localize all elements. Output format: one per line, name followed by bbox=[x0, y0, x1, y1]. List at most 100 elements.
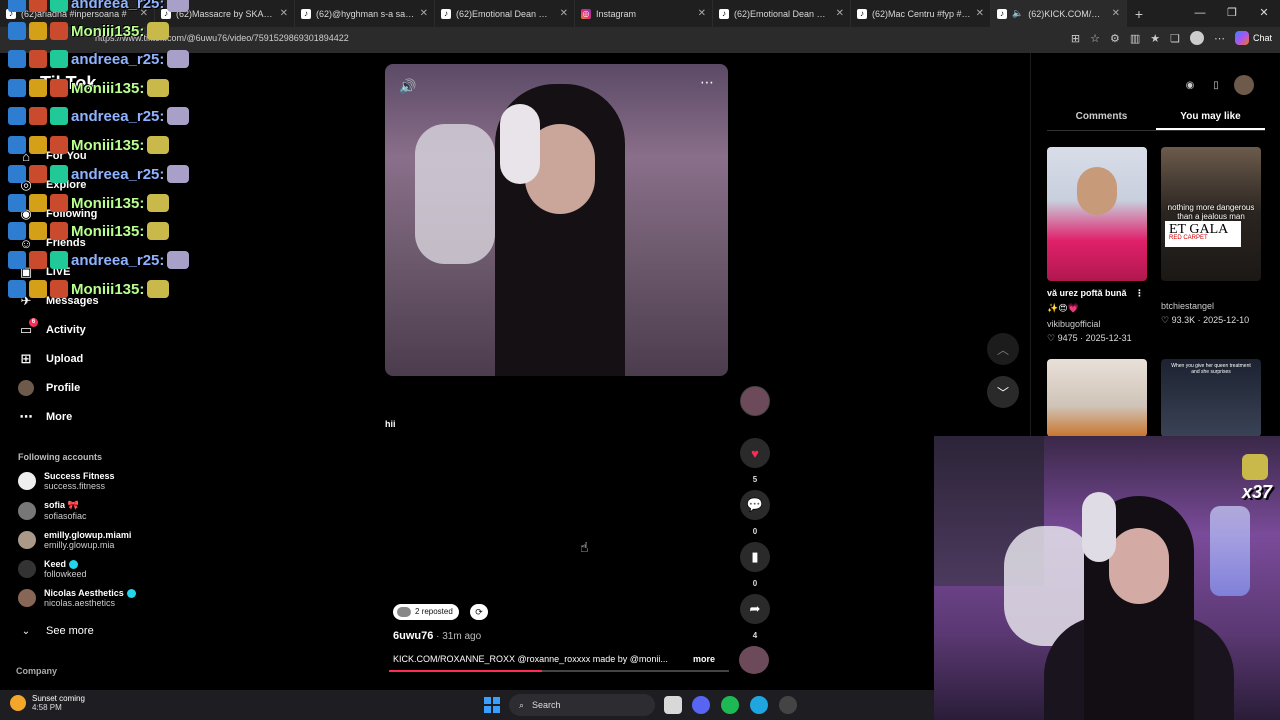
recommended-video-thumbnail[interactable]: nothing more dangerous than a jealous ma… bbox=[1161, 147, 1261, 281]
kebab-menu-icon[interactable]: ⋮ bbox=[1135, 288, 1144, 298]
close-icon[interactable]: ✕ bbox=[280, 8, 288, 19]
tiktok-logo[interactable]: TikTok bbox=[40, 73, 96, 94]
coin-icon[interactable]: ◉ bbox=[1182, 77, 1198, 93]
nav-for-you[interactable]: ⌂ For You bbox=[18, 148, 86, 164]
emote-combo-count: x37 bbox=[1241, 482, 1272, 502]
repost-icon[interactable]: ⟳ bbox=[470, 604, 488, 620]
split-icon[interactable]: ▥ bbox=[1130, 32, 1140, 45]
more-link[interactable]: more bbox=[693, 654, 715, 664]
following-account[interactable]: emilly.glowup.miami emilly.glowup.mia bbox=[18, 530, 131, 550]
recommended-title[interactable]: vă urez poftă bună ⋮ bbox=[1047, 288, 1144, 299]
app-icon[interactable]: ⊞ bbox=[1071, 32, 1080, 45]
extensions-icon[interactable]: ⚙ bbox=[1110, 32, 1120, 45]
home-icon: ⌂ bbox=[22, 148, 30, 164]
video-player[interactable]: 🔊 ⋯ bbox=[385, 64, 728, 376]
thumbnail-gala-text: ET GALA bbox=[1165, 221, 1241, 247]
close-icon[interactable]: ✕ bbox=[976, 8, 984, 19]
weather-widget[interactable]: Sunset coming 4:58 PM bbox=[10, 694, 85, 712]
nav-following[interactable]: ◉ Following bbox=[18, 206, 97, 222]
nav-more[interactable]: ⋯ More bbox=[18, 409, 73, 425]
maximize-icon[interactable]: ❐ bbox=[1216, 0, 1248, 27]
browser-tab[interactable]: ♪(62)Emotional Dean Winche✕ bbox=[713, 0, 851, 27]
browser-tab[interactable]: ◎ Instagram ✕ bbox=[575, 0, 713, 27]
discord-icon[interactable] bbox=[692, 696, 710, 714]
author-name[interactable]: 6uwu76 bbox=[393, 630, 433, 642]
nav-explore[interactable]: ◎ Explore bbox=[18, 177, 86, 193]
reposted-pill[interactable]: 2 reposted bbox=[393, 604, 459, 620]
comment-button[interactable]: 💬 0 bbox=[737, 490, 773, 536]
close-icon[interactable]: ✕ bbox=[698, 8, 706, 19]
recommended-video-thumbnail[interactable] bbox=[1047, 359, 1147, 437]
webcam-headset bbox=[1082, 492, 1116, 562]
tab-comments[interactable]: Comments bbox=[1047, 109, 1156, 130]
browser-tab[interactable]: ♪(62)Emotional Dean Winche✕ bbox=[435, 0, 575, 27]
heart-outline-icon: ♡ bbox=[1161, 315, 1170, 325]
see-more-button[interactable]: ⌄ See more bbox=[18, 623, 94, 639]
nav-profile[interactable]: Profile bbox=[18, 380, 80, 396]
recommended-video-thumbnail[interactable] bbox=[1047, 147, 1147, 281]
more-options-icon[interactable]: ⋯ bbox=[700, 74, 714, 91]
windows-start-icon[interactable] bbox=[484, 697, 500, 713]
copilot-chat-button[interactable]: Chat bbox=[1234, 31, 1272, 45]
avatar bbox=[18, 472, 36, 490]
app-icon[interactable] bbox=[779, 696, 797, 714]
like-button[interactable]: ♥ 5 bbox=[737, 438, 773, 484]
following-account[interactable]: Success Fitness success.fitness bbox=[18, 471, 115, 491]
thumbnail-overlay-text: nothing more dangerous than a jealous ma… bbox=[1167, 203, 1255, 221]
nav-upload[interactable]: ⊞ Upload bbox=[18, 351, 84, 367]
browser-tab-active[interactable]: ♪🔈(62)KICK.COM/ROXANN✕ bbox=[991, 0, 1127, 27]
following-account[interactable]: sofia 🎀 sofiasofiac bbox=[18, 500, 87, 521]
star-icon[interactable]: ☆ bbox=[1090, 32, 1100, 45]
edge-icon[interactable] bbox=[750, 696, 768, 714]
address-bar: https://www.tiktok.com/@6uwu76/video/759… bbox=[0, 27, 1280, 53]
browser-tab[interactable]: ♪(62)@hyghman s-a saturat d✕ bbox=[295, 0, 435, 27]
close-icon[interactable]: ✕ bbox=[836, 8, 844, 19]
recommended-meta: ♡ 93.3K · 2025-12-10 bbox=[1161, 315, 1250, 325]
nav-live[interactable]: ▣ LIVE bbox=[18, 264, 71, 280]
minimize-icon[interactable]: — bbox=[1184, 0, 1216, 27]
following-account[interactable]: Keed followkeed bbox=[18, 559, 87, 579]
new-tab-button[interactable]: + bbox=[1127, 6, 1151, 22]
browser-tab[interactable]: ♪(62)Massacre by SKARS - A C✕ bbox=[155, 0, 295, 27]
nav-messages[interactable]: ✈ Messages bbox=[18, 293, 99, 309]
file-explorer-icon[interactable] bbox=[664, 696, 682, 714]
avatar bbox=[18, 501, 36, 520]
user-avatar[interactable] bbox=[1234, 75, 1254, 95]
recommended-author[interactable]: vikibugofficial bbox=[1047, 319, 1100, 329]
close-icon[interactable]: ✕ bbox=[420, 8, 428, 19]
volume-icon[interactable]: 🔊 bbox=[399, 78, 416, 95]
close-icon[interactable]: ✕ bbox=[1112, 8, 1120, 19]
verified-icon bbox=[126, 589, 136, 599]
more-icon: ⋯ bbox=[19, 409, 33, 424]
close-window-icon[interactable]: ✕ bbox=[1248, 0, 1280, 27]
save-button[interactable]: ▮ 0 bbox=[737, 542, 773, 588]
share-button[interactable]: ➦ 4 bbox=[737, 594, 773, 640]
chevron-up-icon[interactable]: ︿ bbox=[987, 333, 1019, 365]
recommended-author[interactable]: btchiestangel bbox=[1161, 301, 1214, 311]
thumbnail-overlay-text: When you give her queen treatment and sh… bbox=[1171, 363, 1251, 375]
recommended-video-thumbnail[interactable]: When you give her queen treatment and sh… bbox=[1161, 359, 1261, 437]
spotify-icon[interactable] bbox=[721, 696, 739, 714]
profile-avatar[interactable] bbox=[1189, 31, 1204, 45]
next-creator-avatar[interactable] bbox=[739, 646, 769, 674]
following-account[interactable]: Nicolas Aesthetics nicolas.aesthetics bbox=[18, 588, 136, 608]
device-icon[interactable]: ▯ bbox=[1208, 77, 1224, 93]
video-progress-bar[interactable] bbox=[389, 670, 729, 672]
chevron-down-icon[interactable]: ﹀ bbox=[987, 376, 1019, 408]
taskbar-search[interactable]: ⌕ Search bbox=[509, 694, 655, 716]
nav-activity[interactable]: ▭ 6 Activity bbox=[18, 318, 86, 338]
speaker-icon[interactable]: 🔈 bbox=[1012, 8, 1023, 19]
menu-dots-icon[interactable]: ⋯ bbox=[1214, 32, 1225, 45]
collections-icon[interactable]: ❏ bbox=[1170, 32, 1180, 45]
close-icon[interactable]: ✕ bbox=[560, 8, 568, 19]
tab-you-may-like[interactable]: You may like bbox=[1156, 109, 1265, 130]
nav-friends[interactable]: ☺ Friends bbox=[18, 235, 85, 251]
company-link[interactable]: Company bbox=[16, 666, 57, 676]
browser-tab[interactable]: ♪ (62)Mac Centru #fyp #mold ✕ bbox=[851, 0, 991, 27]
browser-tab[interactable]: ♪ (62)ariadna #inpersoana # ✕ bbox=[0, 0, 155, 27]
sun-icon bbox=[10, 695, 26, 711]
creator-avatar-button[interactable] bbox=[737, 386, 773, 416]
close-icon[interactable]: ✕ bbox=[140, 8, 148, 19]
url-field[interactable]: https://www.tiktok.com/@6uwu76/video/759… bbox=[95, 33, 349, 43]
favorites-icon[interactable]: ★ bbox=[1150, 32, 1160, 45]
